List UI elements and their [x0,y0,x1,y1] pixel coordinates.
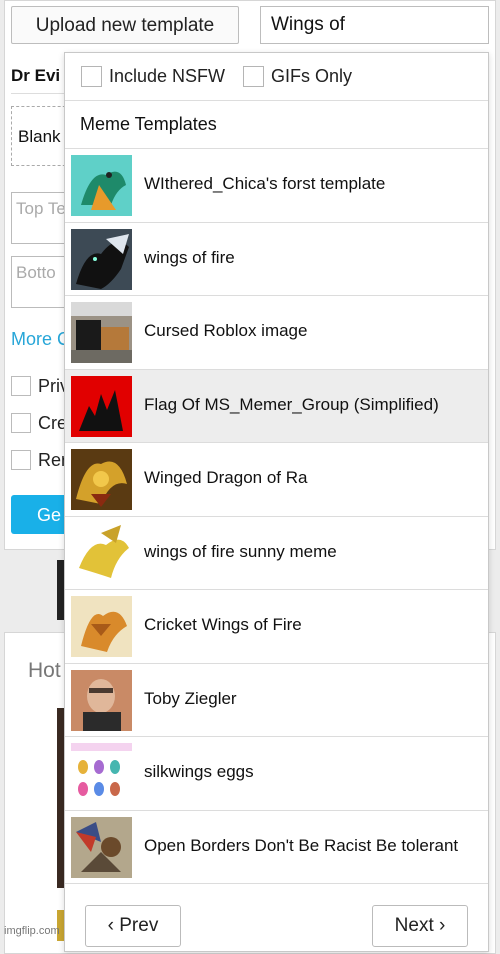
template-result-item[interactable]: Flag Of MS_Memer_Group (Simplified) [65,369,488,443]
template-result-item[interactable]: silkwings eggs [65,737,488,811]
template-result-item[interactable]: wings of fire [65,222,488,296]
gifs-only-label: GIFs Only [271,66,353,86]
template-result-item[interactable]: Toby Ziegler [65,663,488,737]
gifs-only-checkbox[interactable] [243,66,264,87]
template-result-item[interactable]: WIthered_Chica's forst template [65,149,488,223]
remove-label: Rer [38,450,68,470]
template-result-label: wings of fire sunny meme [144,541,337,561]
credit-label: Cre [38,413,68,433]
eggs-thumb-icon [71,743,132,804]
teal-dragon-thumb-icon [71,155,132,216]
template-search-dropdown: Include NSFW GIFs Only Meme Templates WI… [64,52,489,952]
template-result-item[interactable]: Cursed Roblox image [65,296,488,370]
more-options-link[interactable]: More C [11,329,70,350]
private-checkbox[interactable] [11,376,31,396]
bottom-text-input[interactable]: Botto [11,256,71,308]
include-nsfw-label: Include NSFW [109,66,226,86]
template-result-item[interactable]: Open Borders Don't Be Racist Be tolerant [65,810,488,884]
template-result-label: Winged Dragon of Ra [144,468,308,487]
remove-checkbox[interactable] [11,450,31,470]
template-search-input[interactable] [260,6,489,44]
template-result-label: WIthered_Chica's forst template [144,174,386,193]
template-result-label: silkwings eggs [144,762,254,781]
meme-templates-heading: Meme Templates [80,114,217,134]
gold-dragon-card-thumb-icon [71,449,132,510]
painting-thumb-icon [71,816,132,878]
selected-template-name: Dr Evi [11,66,61,85]
orange-dragon-thumb-icon [71,596,132,657]
template-result-label: Open Borders Don't Be Racist Be tolerant [144,835,459,855]
man-portrait-thumb-icon [71,669,132,731]
yellow-dragon-thumb-icon [71,522,132,584]
upload-template-button[interactable]: Upload new template [11,6,239,44]
template-result-item[interactable]: Cricket Wings of Fire [65,590,488,664]
credit-checkbox[interactable] [11,413,31,433]
blank-template-box[interactable]: Blank [11,106,71,166]
dark-dragon-thumb-icon [71,228,132,290]
template-result-label: Cricket Wings of Fire [144,615,302,634]
template-result-label: Flag Of MS_Memer_Group (Simplified) [144,394,439,414]
filter-options-row: Include NSFW GIFs Only [65,53,488,101]
divider [11,93,66,94]
watermark: imgflip.com [4,925,60,937]
template-results-list: WIthered_Chica's forst template wings of… [65,149,488,884]
template-result-label: Cursed Roblox image [144,321,308,340]
top-text-input[interactable]: Top Te [11,192,71,244]
section-header: Meme Templates [65,100,488,149]
red-flag-thumb-icon [71,375,132,437]
pagination: ‹ Prev Next › [65,886,488,953]
template-result-label: Toby Ziegler [144,688,237,708]
hot-heading: Hot [28,659,61,682]
template-result-item[interactable]: Winged Dragon of Ra [65,443,488,517]
template-result-label: wings of fire [144,247,235,267]
generate-button[interactable]: Ge [11,495,71,534]
include-nsfw-checkbox[interactable] [81,66,102,87]
template-result-item[interactable]: wings of fire sunny meme [65,516,488,590]
roblox-thumb-icon [71,302,132,363]
